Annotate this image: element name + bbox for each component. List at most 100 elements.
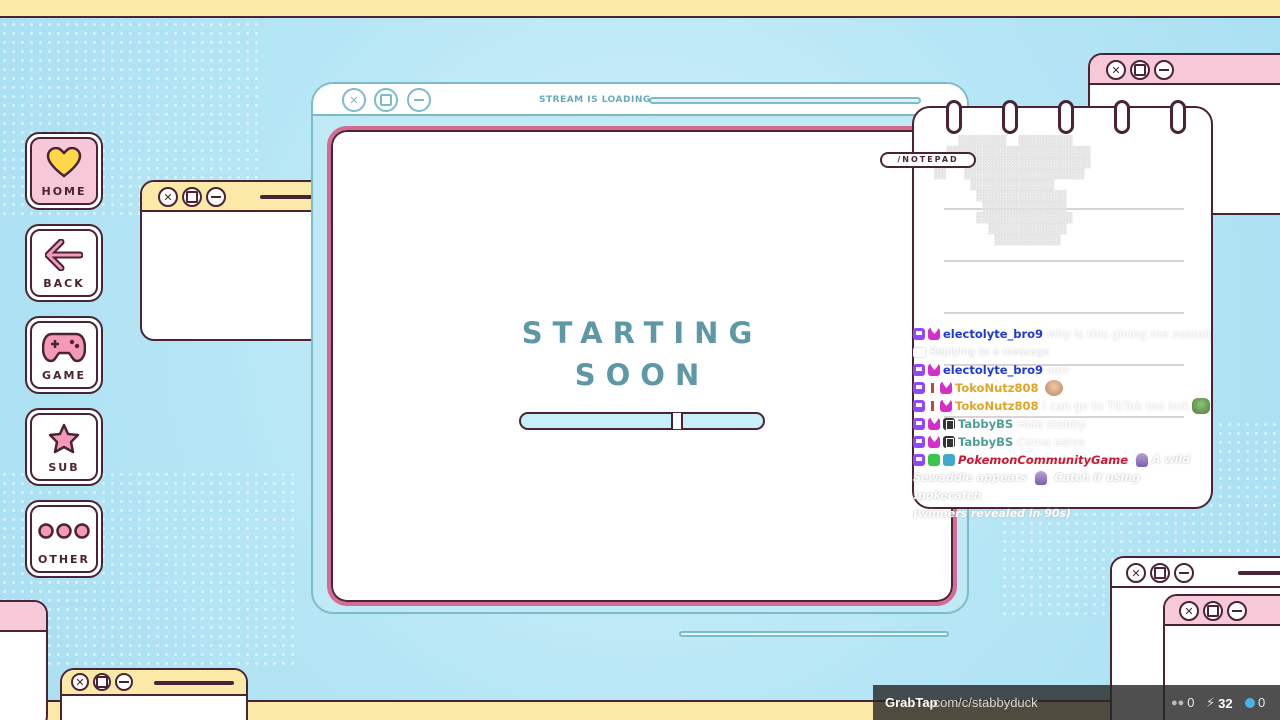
twitch-icon bbox=[913, 454, 925, 466]
minimize-icon[interactable] bbox=[407, 88, 431, 112]
nav-home-label: HOME bbox=[41, 184, 87, 198]
main-window-titlebar: ✕ STREAM IS LOADING bbox=[313, 84, 967, 116]
chat-overlay: electolyte_bro9 why is this giving me no… bbox=[913, 325, 1211, 523]
bolt-icon: ⚡︎ bbox=[1206, 695, 1216, 710]
chat-message: electolyte_bro9 why is this giving me no… bbox=[913, 325, 1211, 343]
top-border-bar bbox=[0, 0, 1280, 18]
chat-message: TokoNutz808 bbox=[913, 379, 1211, 397]
more-dots-icon bbox=[38, 513, 90, 549]
nav-other-label: OTHER bbox=[37, 552, 91, 566]
nav-other-button[interactable]: OTHER bbox=[25, 500, 103, 578]
chat-game-text-line: (winners revealed in 90s) bbox=[913, 505, 1211, 523]
notepad-ring bbox=[946, 100, 962, 134]
minimize-icon[interactable] bbox=[1174, 563, 1194, 583]
chat-username: TokoNutz808 bbox=[955, 399, 1039, 413]
close-icon[interactable]: ✕ bbox=[342, 88, 366, 112]
gamepad-icon bbox=[42, 329, 86, 365]
maximize-icon[interactable] bbox=[374, 88, 398, 112]
bot-badge-icon bbox=[943, 454, 955, 466]
reply-icon bbox=[913, 347, 925, 357]
twitch-icon bbox=[913, 328, 925, 340]
pixel-badge-icon bbox=[943, 436, 955, 448]
main-stream-window: ✕ STREAM IS LOADING STARTING SOON bbox=[311, 82, 969, 614]
chat-message: TabbyBS Como estas bbox=[913, 433, 1211, 451]
twitch-icon bbox=[913, 364, 925, 376]
window-titlebar: ✕ bbox=[1090, 55, 1280, 85]
channel-url[interactable]: .com/c/stabbyduck bbox=[930, 695, 1038, 710]
nav-home-button[interactable]: HOME bbox=[25, 132, 103, 210]
chat-text: A wild bbox=[1152, 453, 1190, 466]
nav-sub-label: SUB bbox=[48, 460, 80, 474]
maximize-icon[interactable] bbox=[93, 673, 111, 691]
chat-message: PokemonCommunityGame A wild bbox=[913, 451, 1211, 469]
window-titlebar: ✕ bbox=[62, 670, 246, 696]
face-emote-icon bbox=[1045, 380, 1064, 396]
maximize-icon[interactable] bbox=[1203, 601, 1223, 621]
notepad-ring bbox=[1002, 100, 1018, 134]
sword-badge-icon bbox=[928, 400, 937, 412]
twitch-icon bbox=[913, 418, 925, 430]
chat-username: electolyte_bro9 bbox=[943, 363, 1044, 377]
sub-badge-icon bbox=[928, 362, 940, 376]
chat-username: TabbyBS bbox=[958, 435, 1014, 449]
chat-message: TokoNutz808 I can go to TikTok too lmk bbox=[913, 397, 1211, 415]
minimize-icon[interactable] bbox=[206, 187, 226, 207]
chat-username: TokoNutz808 bbox=[955, 381, 1039, 395]
stream-loading-bar bbox=[649, 97, 921, 104]
minimize-icon[interactable] bbox=[115, 673, 133, 691]
maximize-icon[interactable] bbox=[1150, 563, 1170, 583]
titlebar-line bbox=[1238, 571, 1280, 575]
viewers-icon: ●● bbox=[1171, 696, 1185, 709]
pixel-badge-icon bbox=[943, 418, 955, 430]
arrow-left-icon bbox=[45, 237, 83, 273]
sub-badge-icon bbox=[928, 416, 940, 430]
chat-text: why is this giving me nostalgia bbox=[1047, 327, 1211, 341]
sword-badge-icon bbox=[928, 382, 937, 394]
minimize-icon[interactable] bbox=[1154, 60, 1174, 80]
minimize-icon[interactable] bbox=[1227, 601, 1247, 621]
stream-status-bar: GrabTap .com/c/stabbyduck ●● 0 ⚡︎ 32 0 bbox=[873, 685, 1280, 720]
titlebar-line bbox=[154, 681, 234, 685]
nav-back-label: BACK bbox=[43, 276, 85, 290]
pokemon-sprite-icon bbox=[1136, 453, 1149, 467]
main-screen: STARTING SOON bbox=[327, 126, 957, 606]
points-count-value: 0 bbox=[1258, 695, 1266, 710]
verified-badge-icon bbox=[928, 454, 940, 466]
chat-reply-indicator: Replying to a message bbox=[913, 343, 1211, 361]
close-icon[interactable]: ✕ bbox=[158, 187, 178, 207]
sub-badge-icon bbox=[940, 398, 952, 412]
heart-icon bbox=[46, 145, 82, 181]
chat-game-text: (winners revealed in 90s) bbox=[913, 507, 1072, 520]
close-icon[interactable]: ✕ bbox=[1179, 601, 1199, 621]
chat-text: I can go to TikTok too lmk bbox=[1042, 399, 1190, 413]
twitch-icon bbox=[913, 436, 925, 448]
chat-text: sorr bbox=[1047, 363, 1070, 377]
chat-username: TabbyBS bbox=[958, 417, 1014, 431]
bolt-count-value: 32 bbox=[1218, 695, 1233, 711]
progress-marker bbox=[671, 413, 683, 429]
progress-bar bbox=[519, 412, 765, 430]
main-window-underline bbox=[679, 631, 949, 637]
chat-username: electolyte_bro9 bbox=[943, 327, 1044, 341]
twitch-icon bbox=[913, 382, 925, 394]
chat-username: PokemonCommunityGame bbox=[958, 453, 1129, 467]
nav-game-button[interactable]: GAME bbox=[25, 316, 103, 394]
close-icon[interactable]: ✕ bbox=[1106, 60, 1126, 80]
viewer-count: ●● 0 bbox=[1171, 695, 1195, 710]
window-titlebar: ✕ bbox=[1165, 596, 1280, 626]
starting-title: STARTING bbox=[521, 316, 763, 350]
nav-back-button[interactable]: BACK bbox=[25, 224, 103, 302]
points-count: 0 bbox=[1245, 695, 1265, 710]
maximize-icon[interactable] bbox=[1130, 60, 1150, 80]
bottom-window-yellow: ✕ bbox=[60, 668, 248, 720]
sub-badge-icon bbox=[928, 434, 940, 448]
sub-badge-icon bbox=[940, 380, 952, 394]
notepad-ring bbox=[1058, 100, 1074, 134]
close-icon[interactable]: ✕ bbox=[71, 673, 89, 691]
maximize-icon[interactable] bbox=[182, 187, 202, 207]
chat-text: Como estas bbox=[1017, 435, 1085, 449]
nav-sub-button[interactable]: SUB bbox=[25, 408, 103, 486]
star-icon bbox=[47, 421, 81, 457]
close-icon[interactable]: ✕ bbox=[1126, 563, 1146, 583]
soon-title: SOON bbox=[574, 358, 710, 392]
